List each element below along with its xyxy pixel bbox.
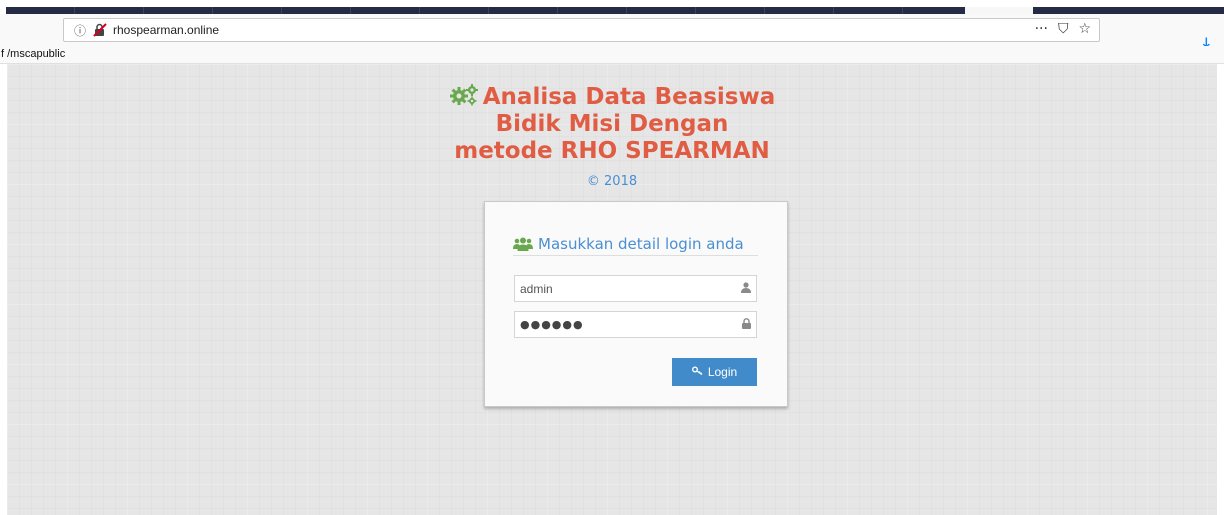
username-field[interactable]: admin — [514, 275, 757, 302]
page-actions: ··· ⛉ ☆ — [1035, 21, 1091, 37]
more-actions-icon[interactable]: ··· — [1035, 21, 1048, 37]
tab[interactable] — [489, 7, 558, 14]
user-icon — [736, 281, 756, 296]
login-button[interactable]: Login — [672, 358, 757, 386]
copyright-text: © 2018 — [586, 174, 638, 189]
password-field[interactable]: ●●●●●● — [514, 311, 757, 338]
login-button-label: Login — [707, 365, 738, 379]
tab-strip — [0, 0, 1224, 14]
address-bar[interactable]: ⓘ rhospearman.online ··· ⛉ ☆ — [63, 18, 1100, 42]
bookmark-star-icon[interactable]: ☆ — [1078, 21, 1091, 37]
gears-icon — [449, 84, 478, 106]
tab[interactable] — [558, 7, 627, 14]
username-input[interactable]: admin — [515, 282, 736, 296]
tab-bar[interactable] — [6, 7, 1224, 14]
navigation-bar: ⓘ rhospearman.online ··· ⛉ ☆ ⤓ — [0, 14, 1224, 52]
tab[interactable] — [351, 7, 420, 14]
tab[interactable] — [627, 7, 696, 14]
page-content: Analisa Data Beasiswa Bidik Misi Dengan … — [7, 64, 1217, 515]
login-panel: Masukkan detail login anda admin ●●●●●● … — [484, 201, 788, 407]
login-heading: Masukkan detail login anda — [513, 232, 758, 256]
url-text[interactable]: rhospearman.online — [113, 23, 219, 37]
tab[interactable] — [420, 7, 489, 14]
pocket-icon[interactable]: ⛉ — [1058, 21, 1069, 37]
tab[interactable] — [765, 7, 834, 14]
login-heading-text: Masukkan detail login anda — [538, 234, 744, 253]
bookmarks-bar: f /mscapublic — [0, 46, 1224, 64]
key-icon — [691, 366, 703, 378]
title-line-1: Analisa Data Beasiswa — [7, 84, 1217, 111]
tab[interactable] — [75, 7, 144, 14]
tab[interactable] — [6, 7, 75, 14]
tab[interactable] — [696, 7, 765, 14]
tab[interactable] — [213, 7, 282, 14]
tab[interactable] — [282, 7, 351, 14]
users-icon — [513, 237, 533, 251]
app-title: Analisa Data Beasiswa Bidik Misi Dengan … — [7, 84, 1217, 165]
password-input[interactable]: ●●●●●● — [515, 318, 736, 331]
insecure-lock-icon[interactable] — [93, 23, 107, 37]
title-text-1: Analisa Data Beasiswa — [482, 84, 776, 110]
bookmark-item[interactable]: f /mscapublic — [1, 48, 65, 60]
title-line-3: metode RHO SPEARMAN — [454, 138, 770, 164]
active-tab[interactable] — [965, 7, 1033, 14]
tab[interactable] — [834, 7, 903, 14]
info-circle-icon[interactable]: ⓘ — [73, 22, 87, 39]
title-line-2: Bidik Misi Dengan — [495, 111, 729, 137]
lock-icon — [736, 317, 756, 332]
tab[interactable] — [144, 7, 213, 14]
